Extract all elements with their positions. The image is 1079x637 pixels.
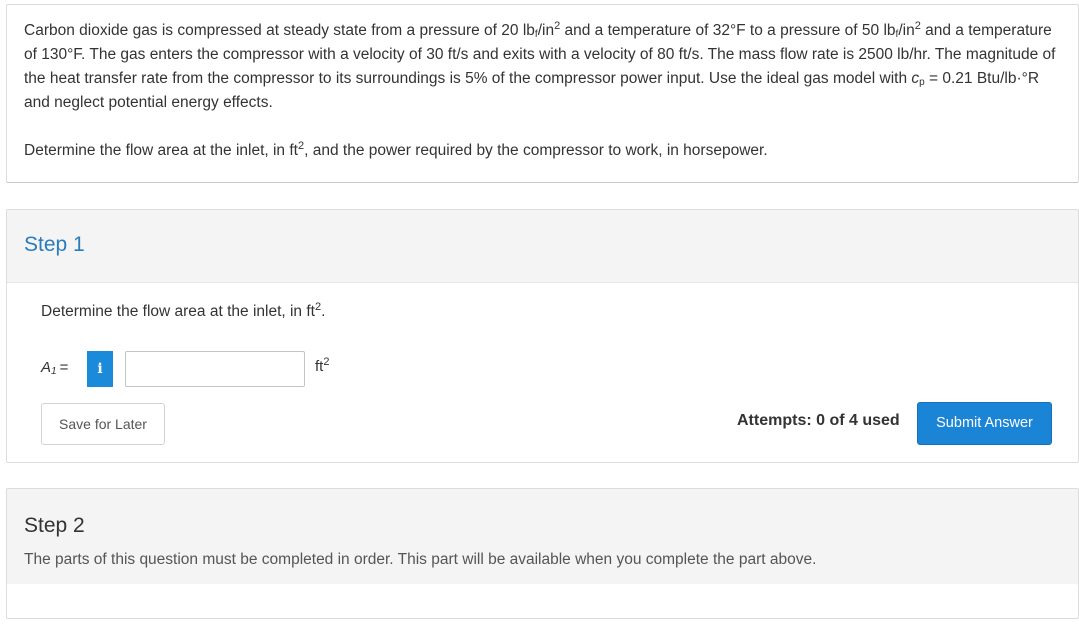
submit-answer-button[interactable]: Submit Answer	[917, 402, 1052, 445]
question-paragraph: Carbon dioxide gas is compressed at stea…	[24, 20, 1056, 112]
step1-title: Step 1	[24, 233, 85, 256]
info-icon[interactable]: i	[87, 351, 113, 387]
step1-header: Step 1	[7, 210, 1078, 283]
question-task: Determine the flow area at the inlet, in…	[24, 140, 768, 160]
answer-unit: ft2	[315, 356, 330, 376]
step2-body	[6, 584, 1079, 619]
attempts-counter: Attempts: 0 of 4 used	[737, 412, 900, 429]
answer-variable-label: A1 =	[41, 359, 69, 377]
save-for-later-button[interactable]: Save for Later	[41, 403, 165, 445]
step2-locked-message: The parts of this question must be compl…	[24, 551, 817, 568]
step1-card: Step 1 Determine the flow area at the in…	[6, 209, 1079, 463]
question-card: Carbon dioxide gas is compressed at stea…	[6, 4, 1079, 183]
step2-card: Step 2 The parts of this question must b…	[6, 488, 1079, 585]
step2-title: Step 2	[24, 514, 85, 537]
question-text: Carbon dioxide gas is compressed at stea…	[24, 19, 1069, 163]
step1-prompt: Determine the flow area at the inlet, in…	[41, 301, 326, 321]
answer-input[interactable]	[125, 351, 305, 387]
